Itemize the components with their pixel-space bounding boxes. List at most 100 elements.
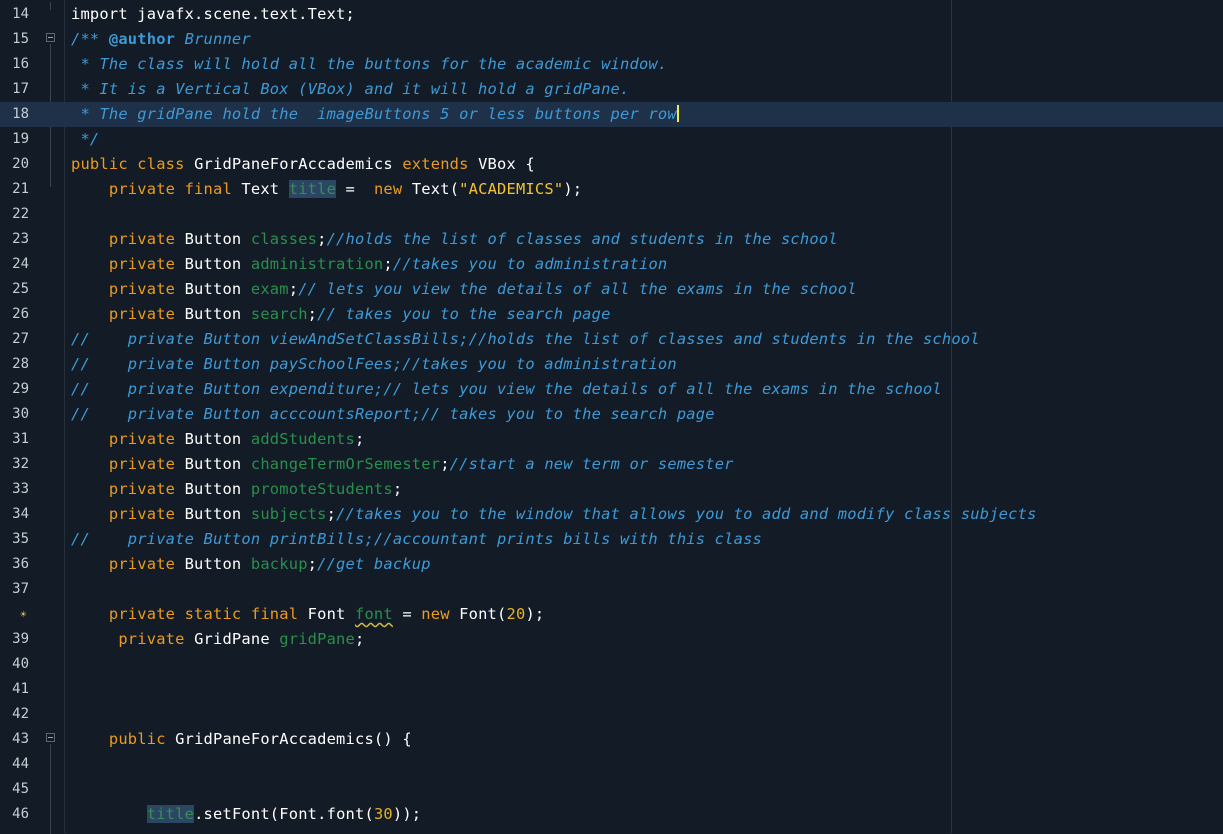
code-line[interactable]: 45 [0,777,1223,802]
code-line[interactable]: 21 private final Text title = new Text("… [0,177,1223,202]
line-number: 34 [12,506,29,522]
code-text: private Button backup;//get backup [71,555,431,573]
code-text: // private Button acccountsReport;// tak… [71,405,715,423]
text-caret [676,105,679,122]
line-number: 18 [12,106,29,122]
code-line[interactable]: 29 // private Button expenditure;// lets … [0,377,1223,402]
code-line[interactable]: 41 [0,677,1223,702]
line-number: 46 [12,806,29,822]
code-line[interactable]: 14 import javafx.scene.text.Text; [0,2,1223,27]
code-token: Button [184,255,251,273]
line-number: 26 [12,306,29,322]
code-token: Button [184,430,251,448]
code-text: private GridPane gridPane; [71,630,364,648]
code-token: ; [383,255,393,273]
line-number: 41 [12,681,29,697]
code-token: = [336,180,374,198]
code-token: @author [108,30,176,48]
code-line[interactable]: 31 private Button addStudents; [0,427,1223,452]
code-text: public class GridPaneForAccademics exten… [71,155,535,173]
code-line[interactable]: 25 private Button exam;// lets you view … [0,277,1223,302]
code-line[interactable]: 17 * It is a Vertical Box (VBox) and it … [0,77,1223,102]
code-line[interactable]: 23 private Button classes;//holds the li… [0,227,1223,252]
line-number: 20 [12,156,29,172]
code-token: Button [184,505,251,523]
code-token: promoteStudents [250,480,393,498]
line-number: 32 [12,456,29,472]
code-token: // takes you to the search page [317,305,611,323]
code-line[interactable]: 39 private GridPane gridPane; [0,627,1223,652]
code-token: // private Button viewAndSetClassBills;/… [71,330,980,348]
code-token: ); [525,605,545,623]
code-token: //takes you to administration [392,255,668,273]
code-line[interactable]: 15 /** @author Brunner [0,27,1223,52]
code-editor[interactable]: 14 import javafx.scene.text.Text; 15 /** @a… [0,2,1223,827]
code-line[interactable]: 16 * The class will hold all the buttons… [0,52,1223,77]
code-token: administration [250,255,384,273]
code-token: //get backup [317,555,431,573]
line-number: 15 [12,31,29,47]
code-line[interactable]: 27 // private Button viewAndSetClassBills… [0,327,1223,352]
code-line[interactable]: 42 [0,702,1223,727]
line-number: 23 [12,231,29,247]
code-line[interactable]: 18 * The gridPane hold the imageButtons … [0,102,1223,127]
code-line[interactable]: 24 private Button administration;//takes… [0,252,1223,277]
code-token: search [250,305,308,323]
code-token: private [71,630,195,648]
code-token: GridPane [194,630,280,648]
line-number: 16 [12,56,29,72]
code-line[interactable]: 35 // private Button printBills;//account… [0,527,1223,552]
code-line[interactable]: 37 [0,577,1223,602]
code-line[interactable]: 30 // private Button acccountsReport;// t… [0,402,1223,427]
code-token: * It is a Vertical Box (VBox) and it wil… [71,80,630,98]
code-token: Text [241,180,289,198]
code-token: backup [250,555,308,573]
code-text: private Button changeTermOrSemester;//st… [71,455,734,473]
code-token: * The class will hold all the buttons fo… [71,55,668,73]
code-token: private [71,255,185,273]
code-token: = [392,605,422,623]
code-line[interactable]: 22 [0,202,1223,227]
code-line[interactable]: 26 private Button search;// takes you to… [0,302,1223,327]
code-token: ; [392,480,403,498]
code-line[interactable]: 34 private Button subjects;//takes you t… [0,502,1223,527]
code-token: // private Button expenditure;// lets yo… [71,380,942,398]
code-token: private [71,305,185,323]
code-text: * The gridPane hold the imageButtons 5 o… [71,105,679,123]
code-line[interactable]: 28 // private Button paySchoolFees;//take… [0,352,1223,377]
code-line[interactable]: 32 private Button changeTermOrSemester;/… [0,452,1223,477]
code-token: private static final [71,605,308,623]
code-text: * The class will hold all the buttons fo… [71,55,667,73]
code-line[interactable]: 19 */ [0,127,1223,152]
code-text: private final Text title = new Text("ACA… [71,180,582,198]
line-number: 19 [12,131,29,147]
code-text: // private Button printBills;//accountan… [71,530,762,548]
code-token: Button [184,230,251,248]
line-number: 44 [12,756,29,772]
code-line[interactable]: 20 public class GridPaneForAccademics ext… [0,152,1223,177]
code-token: "ACADEMICS" [459,180,564,198]
code-token: ; [307,305,318,323]
code-line[interactable]: 33 private Button promoteStudents; [0,477,1223,502]
code-token: GridPaneForAccademics() { [175,730,412,748]
code-token: //holds the list of classes and students… [326,230,838,248]
code-line[interactable]: 46 title.setFont(Font.font(30)); [0,802,1223,827]
code-token: 30 [373,805,393,823]
line-number: 40 [12,656,29,672]
code-token: 20 [506,605,526,623]
code-token: // private Button printBills;//accountan… [71,530,763,548]
code-line[interactable]: 43 public GridPaneForAccademics() { [0,727,1223,752]
code-line[interactable]: ☀ private static final Font font = new F… [0,602,1223,627]
code-token: * The gridPane hold the imageButtons 5 o… [71,105,677,123]
code-token: private final [71,180,242,198]
line-number: 31 [12,431,29,447]
code-line[interactable]: 40 [0,652,1223,677]
code-line[interactable]: 44 [0,752,1223,777]
code-line[interactable]: 36 private Button backup;//get backup [0,552,1223,577]
line-number: 37 [12,581,29,597]
lightbulb-hint-icon[interactable]: ☀ [20,608,32,622]
code-token: private [71,230,185,248]
code-token: ; [440,455,450,473]
code-token: ; [307,555,318,573]
line-number: 42 [12,706,29,722]
